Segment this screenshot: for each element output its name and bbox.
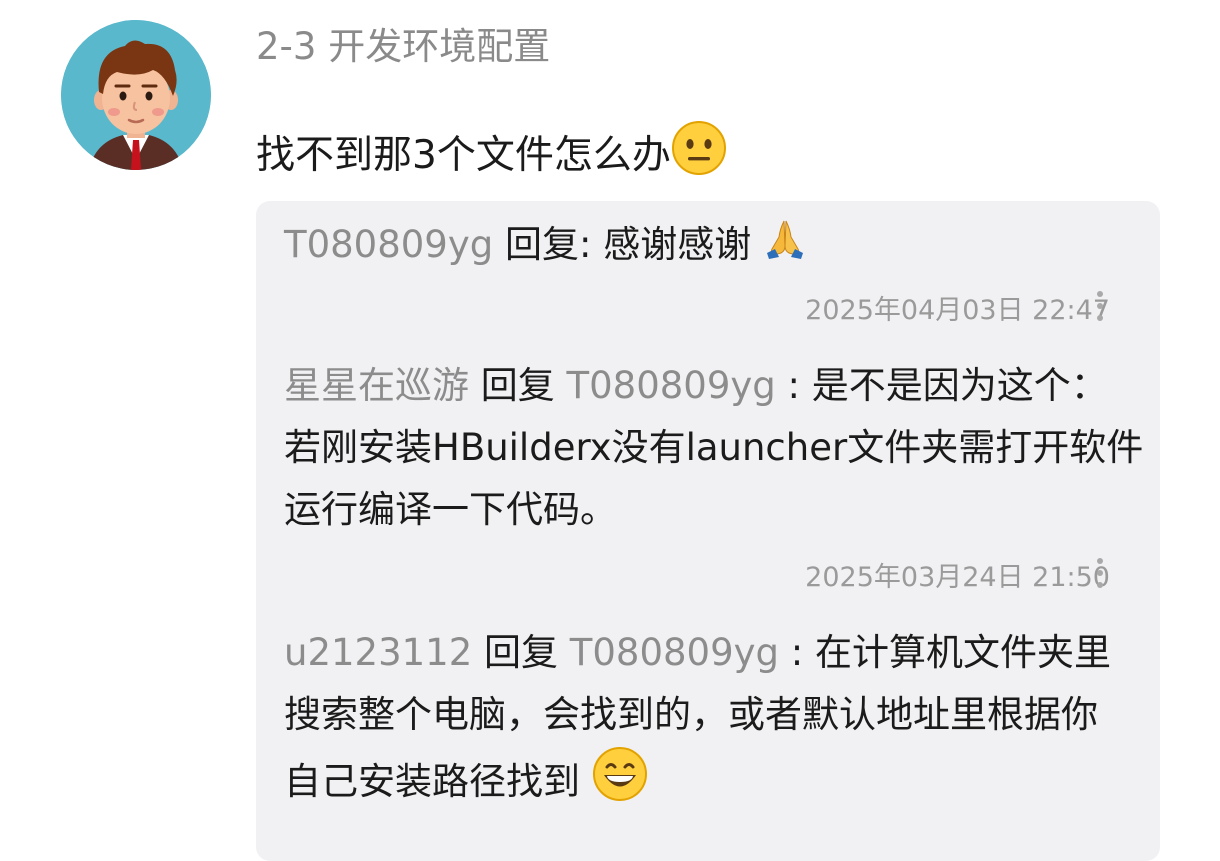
reply-item: 星星在巡游 回复 T080809yg : 是不是因为这个：若刚安装HBuilde… <box>284 355 1144 541</box>
grinning-face-emoji-icon <box>592 746 648 821</box>
reply-action: 回复 <box>505 223 579 266</box>
reply-content: : 感谢感谢 <box>579 223 752 266</box>
folded-hands-emoji-icon <box>763 215 807 278</box>
question-text: 找不到那3个文件怎么办 <box>256 132 671 178</box>
more-options-icon[interactable] <box>1085 552 1115 598</box>
reply-colon: : <box>790 631 804 674</box>
reply-username[interactable]: T080809yg <box>284 223 493 266</box>
reply-target-username[interactable]: T080809yg <box>570 631 779 674</box>
reply-meta: 2025年04月03日 22:47 <box>805 287 1110 327</box>
reply-timestamp: 2025年03月24日 21:50 <box>805 561 1110 593</box>
reply-username[interactable]: u2123112 <box>284 631 472 674</box>
course-title: 2-3 开发环境配置 <box>256 25 551 68</box>
reply-target-username[interactable]: T080809yg <box>567 364 776 407</box>
reply-panel: T080809yg 回复: 感谢感谢 2025年04月03日 22:47 星星在… <box>256 201 1160 861</box>
avatar[interactable] <box>61 20 211 170</box>
reply-item: T080809yg 回复: 感谢感谢 <box>284 214 1144 278</box>
reply-username[interactable]: 星星在巡游 <box>284 364 469 407</box>
reply-colon: : <box>787 364 800 407</box>
reply-item: u2123112 回复 T080809yg : 在计算机文件夹里搜索整个电脑，会… <box>284 622 1134 821</box>
more-options-icon[interactable] <box>1085 285 1115 331</box>
question: 找不到那3个文件怎么办 <box>256 120 727 191</box>
reply-timestamp: 2025年04月03日 22:47 <box>805 294 1110 326</box>
neutral-face-emoji-icon <box>671 120 727 191</box>
avatar-illustration <box>61 20 211 170</box>
reply-meta: 2025年03月24日 21:50 <box>805 554 1110 594</box>
reply-action: 回复 <box>480 364 555 407</box>
reply-action: 回复 <box>484 631 558 674</box>
